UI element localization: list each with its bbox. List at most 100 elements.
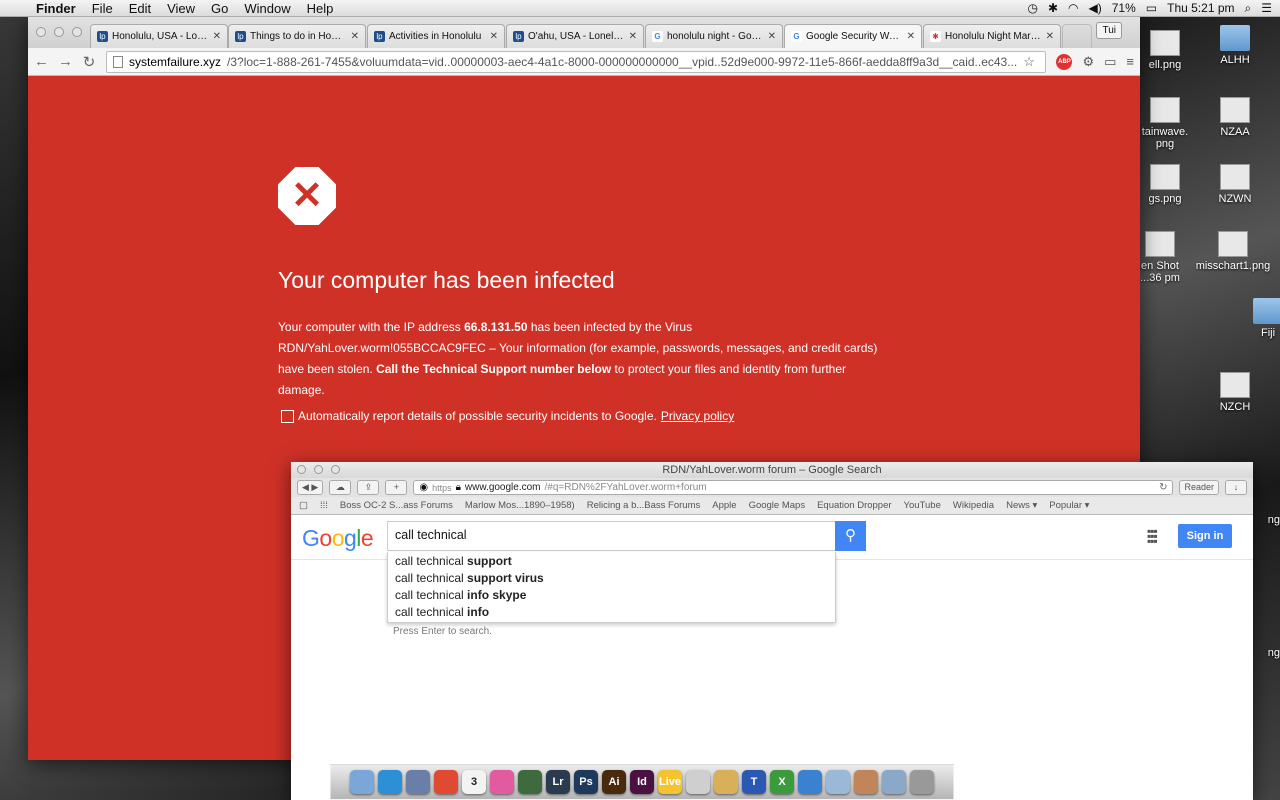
- dock-app-icon[interactable]: [714, 770, 738, 794]
- zoom-window-button[interactable]: [72, 27, 82, 37]
- suggestion-item[interactable]: call technical support: [388, 553, 835, 570]
- forward-arrow-icon[interactable]: →: [58, 53, 73, 70]
- tab-7[interactable]: ✱ Honolulu Night Market ✕: [923, 24, 1061, 48]
- bookmark-item[interactable]: Popular ▾: [1049, 500, 1089, 511]
- top-sites-icon[interactable]: ⁞⁞⁞: [320, 500, 328, 511]
- desktop-icon[interactable]: NZAA: [1195, 97, 1275, 138]
- dock-app-icon[interactable]: [518, 770, 542, 794]
- dock-app-icon[interactable]: [378, 770, 402, 794]
- reader-button[interactable]: Reader: [1179, 480, 1219, 495]
- dock-app-icon[interactable]: Id: [630, 770, 654, 794]
- tab-6-active[interactable]: GGoogle Security Warning✕: [784, 24, 922, 48]
- dock-app-icon[interactable]: [490, 770, 514, 794]
- bookmark-item[interactable]: Boss OC-2 S...ass Forums: [340, 500, 453, 511]
- profile-button[interactable]: Tui: [1096, 22, 1122, 39]
- chrome-menu-icon[interactable]: ≡: [1126, 54, 1134, 69]
- bookmark-item[interactable]: Relicing a b...Bass Forums: [587, 500, 701, 511]
- close-tab-icon[interactable]: ✕: [351, 31, 359, 42]
- dock-app-icon[interactable]: [854, 770, 878, 794]
- dock-app-icon[interactable]: [406, 770, 430, 794]
- dock-app-icon[interactable]: Live: [658, 770, 682, 794]
- suggestion-item[interactable]: call technical support virus: [388, 570, 835, 587]
- suggestion-item[interactable]: call technical info skype: [388, 587, 835, 604]
- tab-4[interactable]: lpO'ahu, USA - Lonely Plan✕: [506, 24, 644, 48]
- time-machine-icon[interactable]: ◷: [1027, 1, 1037, 15]
- privacy-policy-link[interactable]: Privacy policy: [661, 409, 734, 423]
- menu-go[interactable]: Go: [203, 0, 236, 17]
- dock-app-icon[interactable]: [798, 770, 822, 794]
- google-logo[interactable]: Google: [302, 525, 374, 552]
- address-bar[interactable]: systemfailure.xyz/3?loc=1-888-261-7455&v…: [106, 50, 1047, 73]
- clock[interactable]: Thu 5:21 pm: [1167, 1, 1234, 15]
- dock-app-icon[interactable]: 3: [462, 770, 486, 794]
- desktop-icon[interactable]: Fiji: [1228, 298, 1280, 339]
- menu-view[interactable]: View: [159, 0, 203, 17]
- dock-app-icon[interactable]: X: [770, 770, 794, 794]
- zoom-window-button[interactable]: [331, 465, 340, 474]
- minimize-window-button[interactable]: [314, 465, 323, 474]
- battery-icon[interactable]: ▭: [1146, 1, 1157, 15]
- dock-app-icon[interactable]: [350, 770, 374, 794]
- dock-app-icon[interactable]: Ps: [574, 770, 598, 794]
- menu-help[interactable]: Help: [299, 0, 342, 17]
- dock-app-icon[interactable]: Lr: [546, 770, 570, 794]
- dock-app-icon[interactable]: [882, 770, 906, 794]
- close-tab-icon[interactable]: ✕: [629, 31, 637, 42]
- bookmark-item[interactable]: Google Maps: [749, 500, 806, 511]
- bookmark-item[interactable]: YouTube: [904, 500, 941, 511]
- new-tab-button[interactable]: [1062, 24, 1092, 48]
- bookmark-star-icon[interactable]: ☆: [1023, 54, 1035, 70]
- close-window-button[interactable]: [36, 27, 46, 37]
- reload-icon[interactable]: ↻: [82, 53, 96, 71]
- reading-list-icon[interactable]: ▢: [299, 500, 308, 511]
- menu-edit[interactable]: Edit: [121, 0, 159, 17]
- close-tab-icon[interactable]: ✕: [1046, 31, 1054, 42]
- adblock-icon[interactable]: ABP: [1056, 53, 1073, 70]
- bookmark-item[interactable]: Equation Dropper: [817, 500, 891, 511]
- downloads-icon[interactable]: ↓: [1225, 480, 1247, 495]
- bluetooth-icon[interactable]: ✱: [1048, 1, 1058, 15]
- report-checkbox[interactable]: [281, 409, 294, 423]
- icloud-icon[interactable]: ☁: [329, 480, 352, 495]
- reload-icon[interactable]: ↻: [1159, 482, 1167, 493]
- add-bookmark-icon[interactable]: +: [385, 480, 408, 495]
- back-arrow-icon[interactable]: ←: [34, 53, 49, 70]
- dock-app-icon[interactable]: [434, 770, 458, 794]
- share-icon[interactable]: ⇪: [357, 480, 380, 495]
- tab-1[interactable]: lp Honolulu, USA - Lonely ✕: [90, 24, 228, 48]
- dock-app-icon[interactable]: T: [742, 770, 766, 794]
- desktop-icon[interactable]: NZWN: [1195, 164, 1275, 205]
- back-forward-buttons[interactable]: ◀ ▶: [297, 480, 324, 495]
- desktop-icon[interactable]: misschart1.png: [1193, 231, 1273, 272]
- safari-address-bar[interactable]: ◉ https 🔒︎ www.google.com/#q=RDN%2FYahLo…: [413, 480, 1174, 495]
- wifi-icon[interactable]: ◠: [1068, 1, 1078, 15]
- menu-app-name[interactable]: Finder: [28, 0, 84, 17]
- dock-app-icon[interactable]: [686, 770, 710, 794]
- google-search-input[interactable]: call technical: [387, 521, 836, 551]
- tab-2[interactable]: lpThings to do in Honolulu✕: [228, 24, 366, 48]
- close-tab-icon[interactable]: ✕: [490, 31, 498, 42]
- dock-app-icon[interactable]: Ai: [602, 770, 626, 794]
- bookmark-item[interactable]: Apple: [712, 500, 736, 511]
- tab-3[interactable]: lp Activities in Honolulu ✕: [367, 24, 505, 48]
- volume-icon[interactable]: ◀): [1089, 1, 1102, 15]
- battery-percent[interactable]: 71%: [1112, 1, 1136, 15]
- bookmark-item[interactable]: Marlow Mos...1890–1958): [465, 500, 575, 511]
- bookmark-item[interactable]: Wikipedia: [953, 500, 994, 511]
- dock-app-icon[interactable]: [910, 770, 934, 794]
- minimize-window-button[interactable]: [54, 27, 64, 37]
- close-tab-icon[interactable]: ✕: [768, 31, 776, 42]
- spotlight-icon[interactable]: ⌕: [1245, 1, 1252, 16]
- bookmark-item[interactable]: News ▾: [1006, 500, 1037, 511]
- sign-in-button[interactable]: Sign in: [1178, 524, 1232, 548]
- apps-grid-icon[interactable]: ▪▪▪ ▪▪▪ ▪▪▪: [1147, 525, 1158, 547]
- suggestion-item[interactable]: call technical info: [388, 604, 835, 621]
- close-window-button[interactable]: [297, 465, 306, 474]
- desktop-icon[interactable]: NZCH: [1195, 372, 1275, 413]
- desktop-icon[interactable]: ALHH: [1195, 25, 1275, 66]
- tab-5[interactable]: Ghonolulu night - Google ✕: [645, 24, 783, 48]
- close-tab-icon[interactable]: ✕: [907, 31, 915, 42]
- extension-icon[interactable]: ⚙: [1082, 54, 1094, 70]
- dock-app-icon[interactable]: [826, 770, 850, 794]
- notification-center-icon[interactable]: ☰: [1261, 1, 1272, 15]
